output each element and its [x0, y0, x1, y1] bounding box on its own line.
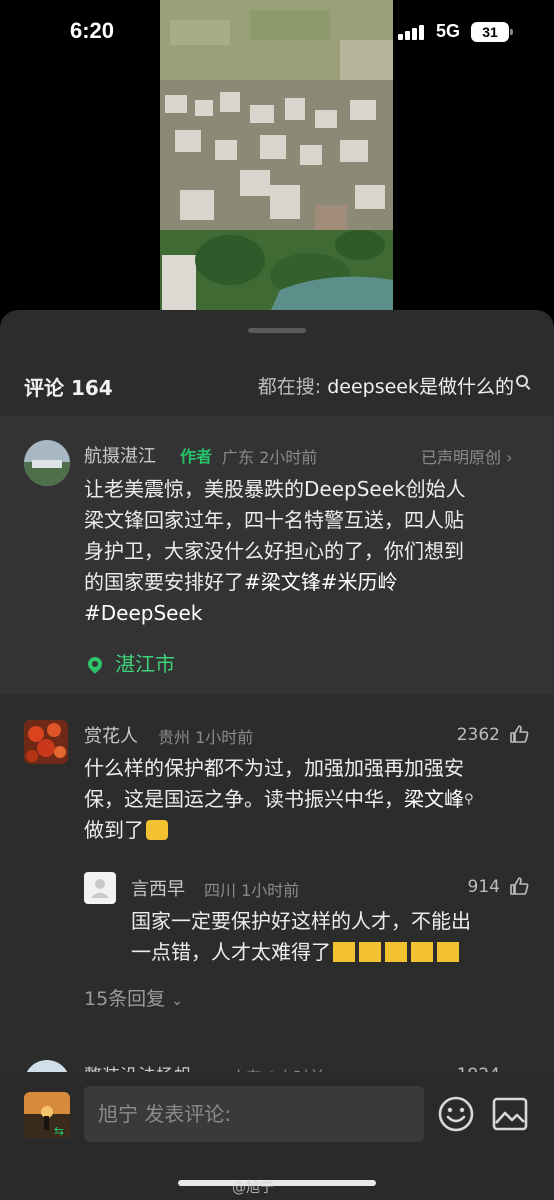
like-count: 2362 [456, 725, 500, 745]
network-type: 5G [436, 21, 461, 41]
hashtag-link[interactable]: #米历岭 [321, 570, 398, 594]
avatar[interactable] [84, 872, 116, 904]
search-icon [516, 375, 528, 387]
search-prefix: 都在搜: [257, 376, 328, 398]
image-icon[interactable] [492, 1097, 528, 1131]
like-count: 914 [467, 877, 500, 897]
comment-header: 评论 164 都在搜: deepseek是做什么的 [0, 350, 554, 420]
author-badge: 作者 [180, 447, 213, 466]
comment-input-container[interactable] [84, 1086, 424, 1142]
post-line-4-text: 的国家要安排好了 [84, 570, 244, 594]
comment-line-2: 保，这是国运之争。读书振兴中华，梁文峰⚲ [84, 784, 474, 815]
default-avatar-icon [91, 879, 109, 898]
search-suggestion[interactable]: 都在搜: deepseek是做什么的 [258, 372, 528, 399]
switch-account-icon[interactable]: ⇆ [54, 1124, 64, 1138]
signal-icon [398, 24, 426, 40]
author-post: 航摄湛江 作者 广东 2小时前 已声明原创 › 让老美震惊，美股暴跌的DeepS… [0, 416, 554, 694]
search-keyword: deepseek是做什么的 [327, 376, 514, 398]
chevron-right-icon: › [506, 448, 513, 467]
comment-line-3: 做到了 [84, 815, 168, 846]
avatar[interactable] [24, 720, 68, 764]
reply-line-2: 一点错，人才太难得了 [131, 937, 463, 968]
comment-count: 评论 164 [24, 376, 113, 400]
thumbs-up-icon[interactable] [509, 724, 529, 744]
reply-meta: 四川 1小时前 [204, 881, 300, 900]
comment-sheet: 评论 164 都在搜: deepseek是做什么的 航摄湛江 作者 广东 2小时… [0, 310, 554, 1200]
original-claim-label: 已声明原创 [421, 448, 502, 467]
location-tag[interactable]: 湛江市 [85, 648, 176, 677]
hashtag-link[interactable]: #梁文锋 [244, 570, 321, 594]
reply-line-2-text: 一点错，人才太难得了 [131, 940, 331, 964]
hashtag-link[interactable]: #DeepSeek [84, 601, 202, 625]
thumbs-up-icon[interactable] [509, 876, 529, 896]
post-line-5: #DeepSeek [84, 598, 202, 629]
commenter-name[interactable]: 赏花人 [84, 722, 138, 748]
comment-line-2-text: 保，这是国运之争。读书振兴中华， [84, 787, 404, 811]
post-line-4: 的国家要安排好了#梁文锋#米历岭 [84, 567, 398, 598]
keyword-link[interactable]: 梁文峰 [404, 787, 464, 811]
expand-replies-label: 15条回复 [84, 988, 166, 1010]
watermark: @旭宁 [232, 1180, 274, 1196]
reply-name[interactable]: 言西早 [131, 875, 185, 901]
post-line-2: 梁文锋回家过年，四十名特警互送，四人贴 [84, 508, 464, 532]
status-bar: 6:20 5G 31 [0, 0, 554, 66]
comment-meta: 贵州 1小时前 [158, 728, 254, 747]
emoji-icon[interactable] [437, 1095, 475, 1133]
thumbs-up-emoji-icon [333, 942, 463, 962]
comment-line-3-text: 做到了 [84, 818, 144, 842]
location-label: 湛江市 [115, 652, 176, 676]
search-icon: ⚲ [464, 792, 474, 807]
author-avatar-image [24, 440, 70, 486]
comment-input[interactable] [84, 1086, 424, 1142]
expand-replies-button[interactable]: 15条回复 ⌄ [84, 984, 183, 1011]
comment-line-1: 什么样的保护都不为过，加强加强再加强安 [84, 756, 464, 780]
original-claim[interactable]: 已声明原创 › [421, 444, 513, 468]
battery-icon: 31 [471, 22, 513, 42]
home-indicator[interactable] [178, 1180, 376, 1186]
chevron-down-icon: ⌄ [171, 993, 183, 1009]
post-line-1: 让老美震惊，美股暴跌的DeepSeek创始人 [84, 477, 466, 501]
avatar[interactable] [24, 440, 70, 486]
post-line-3: 身护卫，大家没什么好担心的了，你们想到 [84, 539, 464, 563]
location-pin-icon [85, 654, 105, 674]
post-meta: 广东 2小时前 [222, 448, 318, 467]
reply-line-1: 国家一定要保护好这样的人才，不能出 [131, 909, 471, 933]
author-name[interactable]: 航摄湛江 [84, 442, 156, 468]
thumbs-up-emoji-icon [146, 820, 168, 840]
drag-handle[interactable] [248, 328, 306, 333]
status-time: 6:20 [70, 18, 115, 43]
flower-avatar-image [24, 720, 68, 764]
